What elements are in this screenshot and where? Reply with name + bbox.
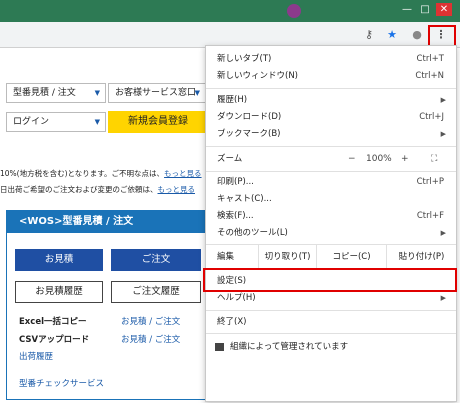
csv-upload-label: CSVアップロード <box>19 335 90 345</box>
quote-button[interactable]: お見積 <box>15 249 103 271</box>
shipping-history-link[interactable]: 出荷履歴 <box>19 350 53 362</box>
menu-item-label: 新しいタブ(T) <box>217 54 272 64</box>
menu-divider <box>206 171 456 172</box>
window-titlebar: — □ ✕ <box>0 0 460 22</box>
menu-item-label: 新しいウィンドウ(N) <box>217 71 298 81</box>
menu-divider <box>206 88 456 89</box>
menu-item-downloads[interactable]: ダウンロード(D) Ctrl+J <box>206 108 456 126</box>
menu-item-shortcut: Ctrl+N <box>415 71 444 81</box>
order-button[interactable]: ご注文 <box>111 249 201 271</box>
building-icon <box>215 343 224 351</box>
avatar-icon[interactable]: ● <box>410 28 424 42</box>
menu-item-bookmarks[interactable]: ブックマーク(B) ▶ <box>206 125 456 143</box>
menu-item-more-tools[interactable]: その他のツール(L) ▶ <box>206 224 456 242</box>
chevron-down-icon: ▼ <box>94 89 100 97</box>
csv-upload-link[interactable]: お見積 / ご注文 <box>121 333 180 345</box>
menu-divider <box>206 146 456 147</box>
window-controls: — □ ✕ <box>400 3 452 16</box>
customer-service-dropdown[interactable]: お客様サービス窓口 ▼ <box>108 83 206 103</box>
key-icon[interactable]: ⚷ <box>362 28 376 42</box>
profile-indicator-icon[interactable] <box>287 4 301 18</box>
paste-button[interactable]: 貼り付け(P) <box>386 245 456 269</box>
excel-copy-link[interactable]: お見積 / ご注文 <box>121 315 180 327</box>
menu-item-shortcut: Ctrl+F <box>416 211 444 221</box>
menu-item-managed[interactable]: 組織によって管理されています <box>206 338 456 356</box>
excel-copy-label: Excel一括コピー <box>19 317 87 327</box>
menu-divider <box>206 310 456 311</box>
notice-line-1: 10%(地方税を含む)となります。ご不明な点は、もっと見る <box>0 168 202 179</box>
copy-button[interactable]: コピー(C) <box>316 245 386 269</box>
quote-order-label: 型番見積 / 注文 <box>13 88 76 98</box>
maximize-button[interactable]: □ <box>418 3 432 16</box>
chevron-down-icon: ▼ <box>194 89 200 97</box>
menu-item-shortcut: Ctrl+J <box>419 112 444 122</box>
notice-2-text: 日出荷ご希望のご注文および変更のご依頼は、 <box>0 185 158 194</box>
menu-item-exit[interactable]: 終了(X) <box>206 313 456 331</box>
menu-item-label: 履歴(H) <box>217 95 248 105</box>
menu-item-label: 組織によって管理されています <box>230 342 349 352</box>
menu-item-shortcut: Ctrl+P <box>416 177 444 187</box>
login-dropdown[interactable]: ログイン ▼ <box>6 112 106 132</box>
close-button[interactable]: ✕ <box>436 3 452 16</box>
model-check-link[interactable]: 型番チェックサービス <box>19 377 104 389</box>
menu-item-history[interactable]: 履歴(H) ▶ <box>206 91 456 109</box>
settings-highlight <box>203 268 457 292</box>
menu-item-label: ズーム <box>217 154 243 164</box>
zoom-level: 100% <box>366 154 392 164</box>
login-label: ログイン <box>13 117 50 127</box>
menu-item-label: 終了(X) <box>217 317 247 327</box>
submenu-arrow-icon: ▶ <box>440 130 446 138</box>
menu-item-cast[interactable]: キャスト(C)... <box>206 190 456 208</box>
notice-line-2: 日出荷ご希望のご注文および変更のご依頼は、もっと見る <box>0 184 195 195</box>
wos-panel: <WOS>型番見積 / 注文 お見積 ご注文 お見積履歴 ご注文履歴 Excel… <box>6 210 208 400</box>
menu-item-label: その他のツール(L) <box>217 228 288 238</box>
fullscreen-icon[interactable]: ⛶ <box>431 150 437 168</box>
menu-item-print[interactable]: 印刷(P)... Ctrl+P <box>206 173 456 191</box>
menu-item-new-tab[interactable]: 新しいタブ(T) Ctrl+T <box>206 50 456 68</box>
menu-item-label: ダウンロード(D) <box>217 112 282 122</box>
menu-item-label: キャスト(C)... <box>217 194 272 204</box>
menu-item-new-window[interactable]: 新しいウィンドウ(N) Ctrl+N <box>206 67 456 85</box>
menu-item-label: 印刷(P)... <box>217 177 254 187</box>
register-button[interactable]: 新規会員登録 <box>108 111 208 133</box>
menu-item-label: 編集 <box>217 252 235 262</box>
quote-history-button[interactable]: お見積履歴 <box>15 281 103 303</box>
menu-divider <box>206 333 456 334</box>
customer-service-label: お客様サービス窓口 <box>115 88 197 98</box>
notice-1-text: 10%(地方税を含む)となります。ご不明な点は、 <box>0 169 165 178</box>
order-history-button[interactable]: ご注文履歴 <box>111 281 201 303</box>
browser-main-menu: 新しいタブ(T) Ctrl+T 新しいウィンドウ(N) Ctrl+N 履歴(H)… <box>205 45 457 402</box>
menu-item-zoom: ズーム − 100% + ⛶ <box>206 150 456 168</box>
menu-item-shortcut: Ctrl+T <box>416 54 444 64</box>
submenu-arrow-icon: ▶ <box>440 229 446 237</box>
menu-button-highlight <box>428 25 456 47</box>
menu-item-edit: 編集 切り取り(T) コピー(C) 貼り付け(P) <box>206 245 456 269</box>
menu-item-label: ブックマーク(B) <box>217 129 281 139</box>
quote-order-dropdown[interactable]: 型番見積 / 注文 ▼ <box>6 83 106 103</box>
submenu-arrow-icon: ▶ <box>440 96 446 104</box>
zoom-in-button[interactable]: + <box>401 150 409 168</box>
notice-2-link[interactable]: もっと見る <box>158 185 196 194</box>
bookmark-star-icon[interactable]: ★ <box>385 28 399 42</box>
menu-item-label: 検索(F)... <box>217 211 254 221</box>
cut-button[interactable]: 切り取り(T) <box>258 245 316 269</box>
notice-1-link[interactable]: もっと見る <box>164 169 202 178</box>
menu-item-find[interactable]: 検索(F)... Ctrl+F <box>206 207 456 225</box>
wos-panel-title: <WOS>型番見積 / 注文 <box>7 211 207 233</box>
zoom-out-button[interactable]: − <box>348 150 356 168</box>
minimize-button[interactable]: — <box>400 3 414 16</box>
chevron-down-icon: ▼ <box>94 118 100 126</box>
